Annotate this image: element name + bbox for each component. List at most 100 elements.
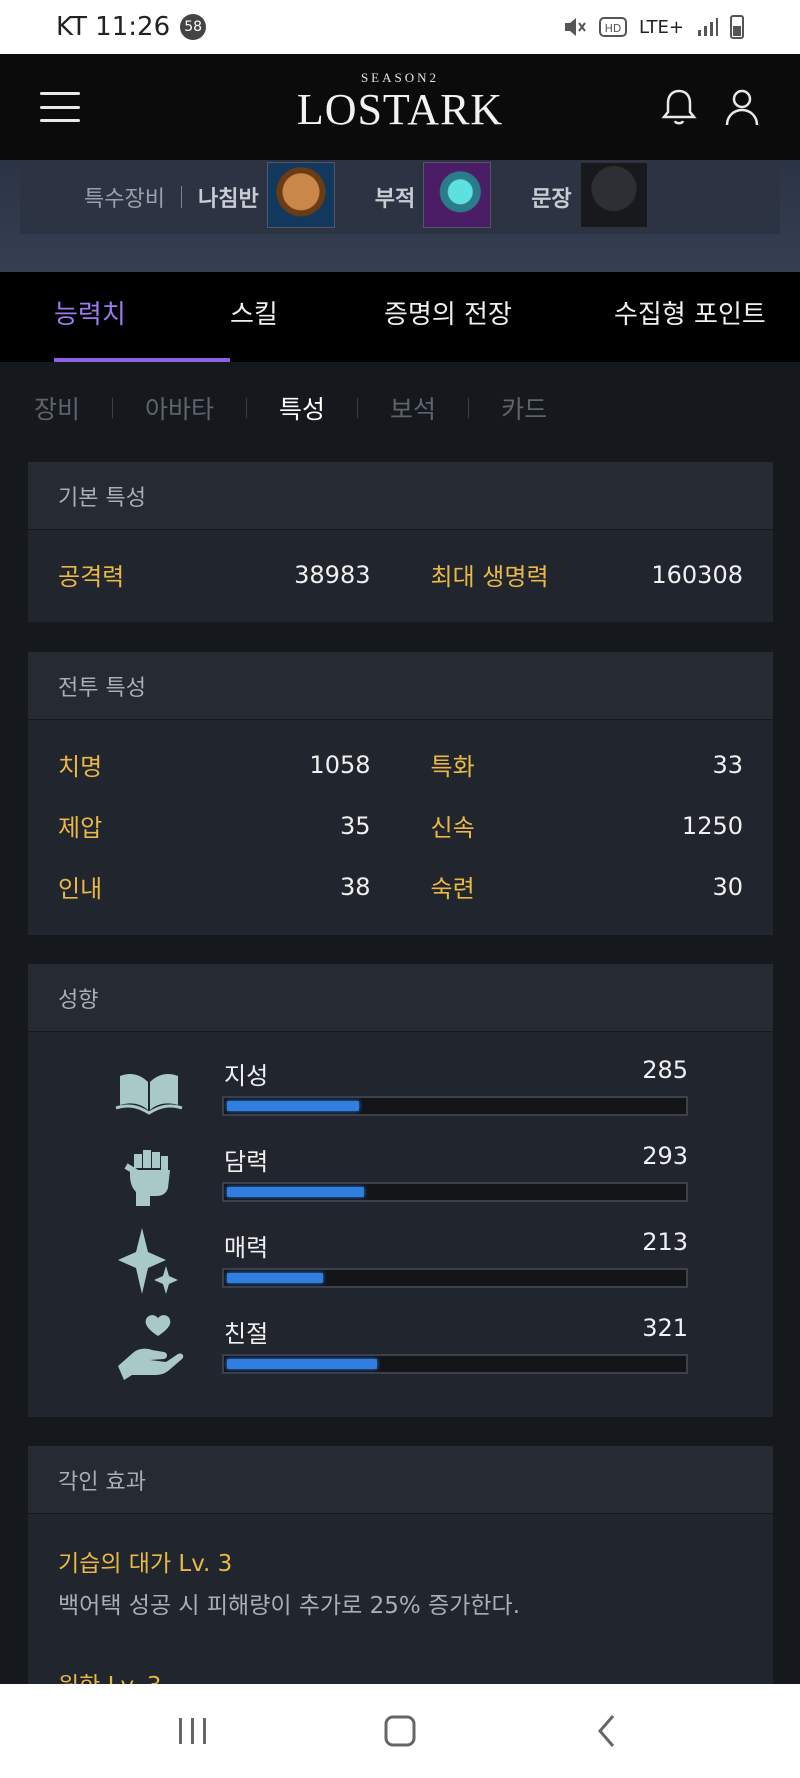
engravings-title: 각인 효과	[28, 1446, 773, 1514]
menu-icon[interactable]	[40, 92, 80, 122]
notification-count-badge: 58	[180, 14, 207, 40]
combat-stats-title: 전투 특성	[28, 652, 773, 720]
tendency-name: 매력	[224, 1234, 269, 1262]
recent-apps-icon	[179, 1718, 207, 1744]
stat-value: 38	[339, 872, 371, 901]
back-button[interactable]	[567, 1701, 647, 1761]
status-bar: KT 11:26 58 HD LTE+	[0, 0, 800, 54]
subtab-equipment[interactable]: 장비	[34, 390, 80, 426]
special-equipment-strip: 특수장비 나침반 부적 문장	[0, 160, 800, 272]
stat-value: 1250	[681, 811, 743, 840]
subtab-cards[interactable]: 카드	[501, 390, 547, 426]
user-icon[interactable]	[724, 87, 760, 127]
subtab-traits[interactable]: 특성	[279, 390, 325, 426]
logo-season: SEASON2	[360, 70, 440, 85]
stat-label: 신속	[430, 814, 475, 842]
hd-icon: HD	[599, 17, 627, 37]
stat-value: 1058	[309, 750, 371, 779]
basic-stats-card: 기본 특성 공격력 38983 최대 생명력 160308	[28, 462, 773, 622]
status-icons: HD LTE+	[563, 15, 744, 39]
divider	[246, 398, 248, 418]
special-equipment-label: 특수장비	[84, 187, 165, 212]
compass-icon[interactable]	[266, 162, 335, 228]
tendency-bar	[222, 1354, 688, 1374]
stat-row: 공격력 38983	[58, 544, 371, 605]
tendency-fill	[227, 1187, 364, 1197]
stat-row: 제압 35	[58, 795, 371, 856]
tendencies-title: 성향	[28, 964, 773, 1032]
battery-icon	[730, 15, 744, 39]
equip-charm-name: 부적	[374, 187, 416, 212]
subtab-gems[interactable]: 보석	[390, 390, 436, 426]
equip-compass-name: 나침반	[197, 187, 259, 212]
stat-row: 숙련 30	[431, 856, 744, 917]
tendency-value: 213	[642, 1228, 688, 1256]
app-header: SEASON2 LOSTARK	[0, 54, 800, 160]
home-icon	[384, 1715, 416, 1747]
engraving-desc: 백어택 성공 시 피해량이 추가로 25% 증가한다.	[58, 1593, 521, 1619]
tendency-bar	[222, 1268, 688, 1288]
divider	[357, 398, 359, 418]
stat-value: 33	[712, 750, 743, 779]
stat-label: 공격력	[58, 563, 125, 591]
tendencies-card: 성향 지성 285 담력 293 매력 213 친절 321	[28, 964, 773, 1417]
tendency-name: 담력	[224, 1148, 269, 1176]
tendency-row: 친절 321	[28, 1312, 773, 1398]
stat-label: 특화	[430, 753, 475, 781]
carrier-time: KT 11:26	[56, 12, 171, 42]
stat-label: 제압	[58, 814, 103, 842]
book-icon	[115, 1074, 183, 1115]
sparkle-icon	[118, 1228, 178, 1294]
sub-tabs: 장비 아바타 특성 보석 카드	[34, 390, 547, 426]
tendency-bar	[222, 1182, 688, 1202]
recent-apps-button[interactable]	[153, 1701, 233, 1761]
stat-row: 치명 1058	[58, 734, 371, 795]
tendency-fill	[227, 1359, 378, 1369]
combat-stats-card: 전투 특성 치명 1058 특화 33 제압 35 신속 1250 인내 38 …	[28, 652, 773, 935]
tendency-fill	[227, 1273, 323, 1283]
subtab-avatar[interactable]: 아바타	[145, 390, 214, 426]
bell-icon[interactable]	[660, 87, 698, 127]
tab-proving-grounds[interactable]: 증명의 전장	[384, 272, 614, 362]
stat-label: 인내	[58, 875, 103, 903]
tab-stats[interactable]: 능력치	[54, 272, 230, 362]
divider	[180, 186, 182, 208]
tendency-value: 293	[642, 1142, 688, 1170]
signal-icon	[698, 18, 718, 36]
stat-label: 숙련	[430, 875, 475, 903]
stat-row: 최대 생명력 160308	[431, 544, 744, 605]
network-type: LTE+	[639, 16, 684, 38]
stat-row: 인내 38	[58, 856, 371, 917]
mute-icon	[565, 18, 586, 36]
stat-value: 38983	[294, 560, 371, 589]
tab-skills[interactable]: 스킬	[230, 272, 384, 362]
home-button[interactable]	[360, 1701, 440, 1761]
stat-value: 30	[712, 872, 743, 901]
stat-row: 특화 33	[431, 734, 744, 795]
system-nav-bar	[0, 1684, 800, 1778]
tendency-row: 매력 213	[28, 1226, 773, 1312]
tendency-value: 285	[642, 1056, 688, 1084]
svg-text:HD: HD	[605, 22, 622, 35]
tab-collectibles[interactable]: 수집형 포인트	[614, 272, 766, 362]
tendency-value: 321	[642, 1314, 688, 1342]
tendency-name: 지성	[224, 1062, 269, 1090]
engraving-name: 기습의 대가 Lv. 3	[58, 1551, 233, 1577]
stat-value: 35	[339, 811, 371, 840]
stat-label: 최대 생명력	[430, 563, 549, 591]
charm-icon[interactable]	[423, 162, 492, 228]
divider	[112, 398, 114, 418]
tendency-bar	[222, 1096, 688, 1116]
status-time: KT 11:26 58	[56, 12, 207, 42]
tendency-fill	[227, 1101, 360, 1111]
stat-row: 신속 1250	[431, 795, 744, 856]
tendency-row: 담력 293	[28, 1140, 773, 1226]
fist-icon	[124, 1150, 170, 1206]
back-icon	[597, 1715, 614, 1747]
main-tabs: 능력치 스킬 증명의 전장 수집형 포인트	[0, 272, 800, 362]
tendency-name: 친절	[224, 1320, 269, 1348]
emblem-icon[interactable]	[579, 162, 648, 228]
equip-emblem-name: 문장	[531, 187, 572, 212]
tendency-row: 지성 285	[28, 1054, 773, 1140]
divider	[468, 398, 470, 418]
